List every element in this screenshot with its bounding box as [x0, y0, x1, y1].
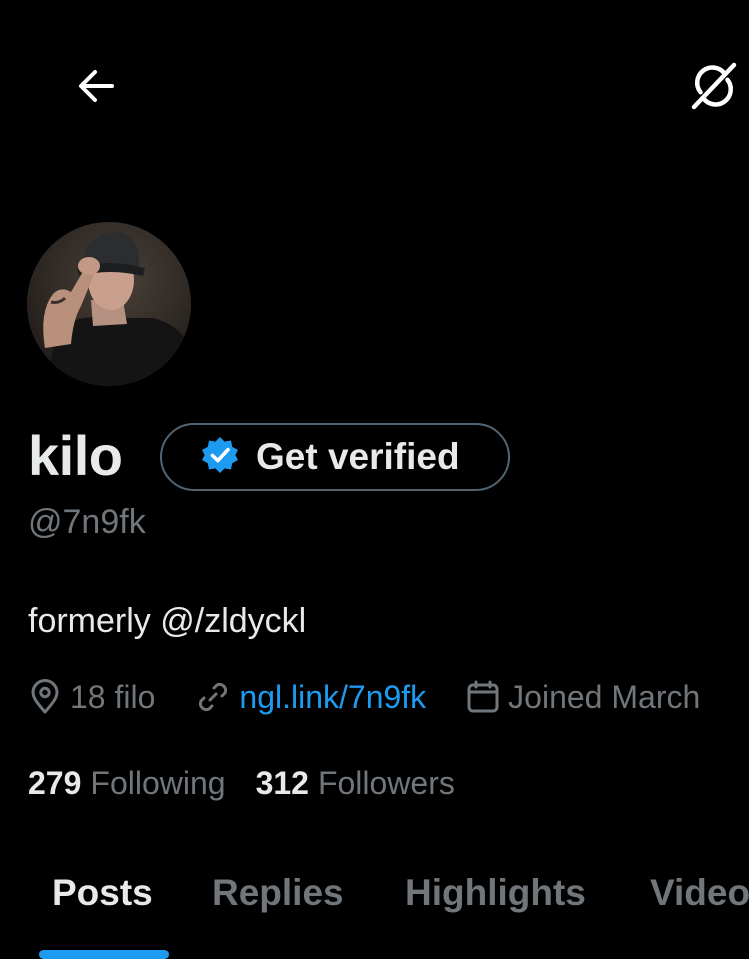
location-text: 18 filo [70, 678, 156, 715]
profile-meta: 18 filo ngl.link/7n9fk Joined March [28, 674, 749, 720]
tab-videos[interactable]: Videos [650, 872, 749, 914]
profile-tabs: Posts Replies Highlights Videos [0, 858, 749, 959]
get-verified-button[interactable]: Get verified [160, 423, 510, 491]
avatar[interactable] [27, 222, 191, 386]
joined-item: Joined March [466, 679, 700, 716]
verified-badge-icon [200, 435, 240, 480]
link-icon [195, 679, 231, 715]
followers-label: Followers [317, 765, 455, 801]
arrow-left-icon [76, 66, 116, 111]
display-name: kilo [28, 424, 123, 487]
follow-stats: 279 Following 312 Followers [28, 765, 455, 802]
back-button[interactable] [70, 62, 122, 114]
following-stat[interactable]: 279 Following [28, 765, 226, 802]
tab-highlights[interactable]: Highlights [405, 872, 586, 914]
bio-text: formerly @/zldyckl [28, 602, 307, 640]
following-count: 279 [28, 765, 82, 801]
following-label: Following [90, 765, 226, 801]
location-pin-icon [28, 679, 62, 715]
active-tab-indicator [39, 950, 169, 959]
grok-icon [689, 61, 739, 116]
followers-count: 312 [255, 765, 309, 801]
tab-posts[interactable]: Posts [52, 872, 153, 914]
name-row: kilo [28, 418, 123, 494]
followers-stat[interactable]: 312 Followers [256, 765, 455, 802]
get-verified-label: Get verified [256, 436, 460, 477]
website-link[interactable]: ngl.link/7n9fk [239, 679, 426, 716]
tab-replies[interactable]: Replies [212, 872, 344, 914]
location-item: 18 filo [28, 679, 155, 716]
joined-text: Joined March [508, 678, 701, 715]
calendar-icon [466, 679, 500, 715]
grok-button[interactable] [686, 60, 742, 116]
username-handle: @7n9fk [28, 503, 146, 541]
website-item: ngl.link/7n9fk [195, 679, 426, 716]
